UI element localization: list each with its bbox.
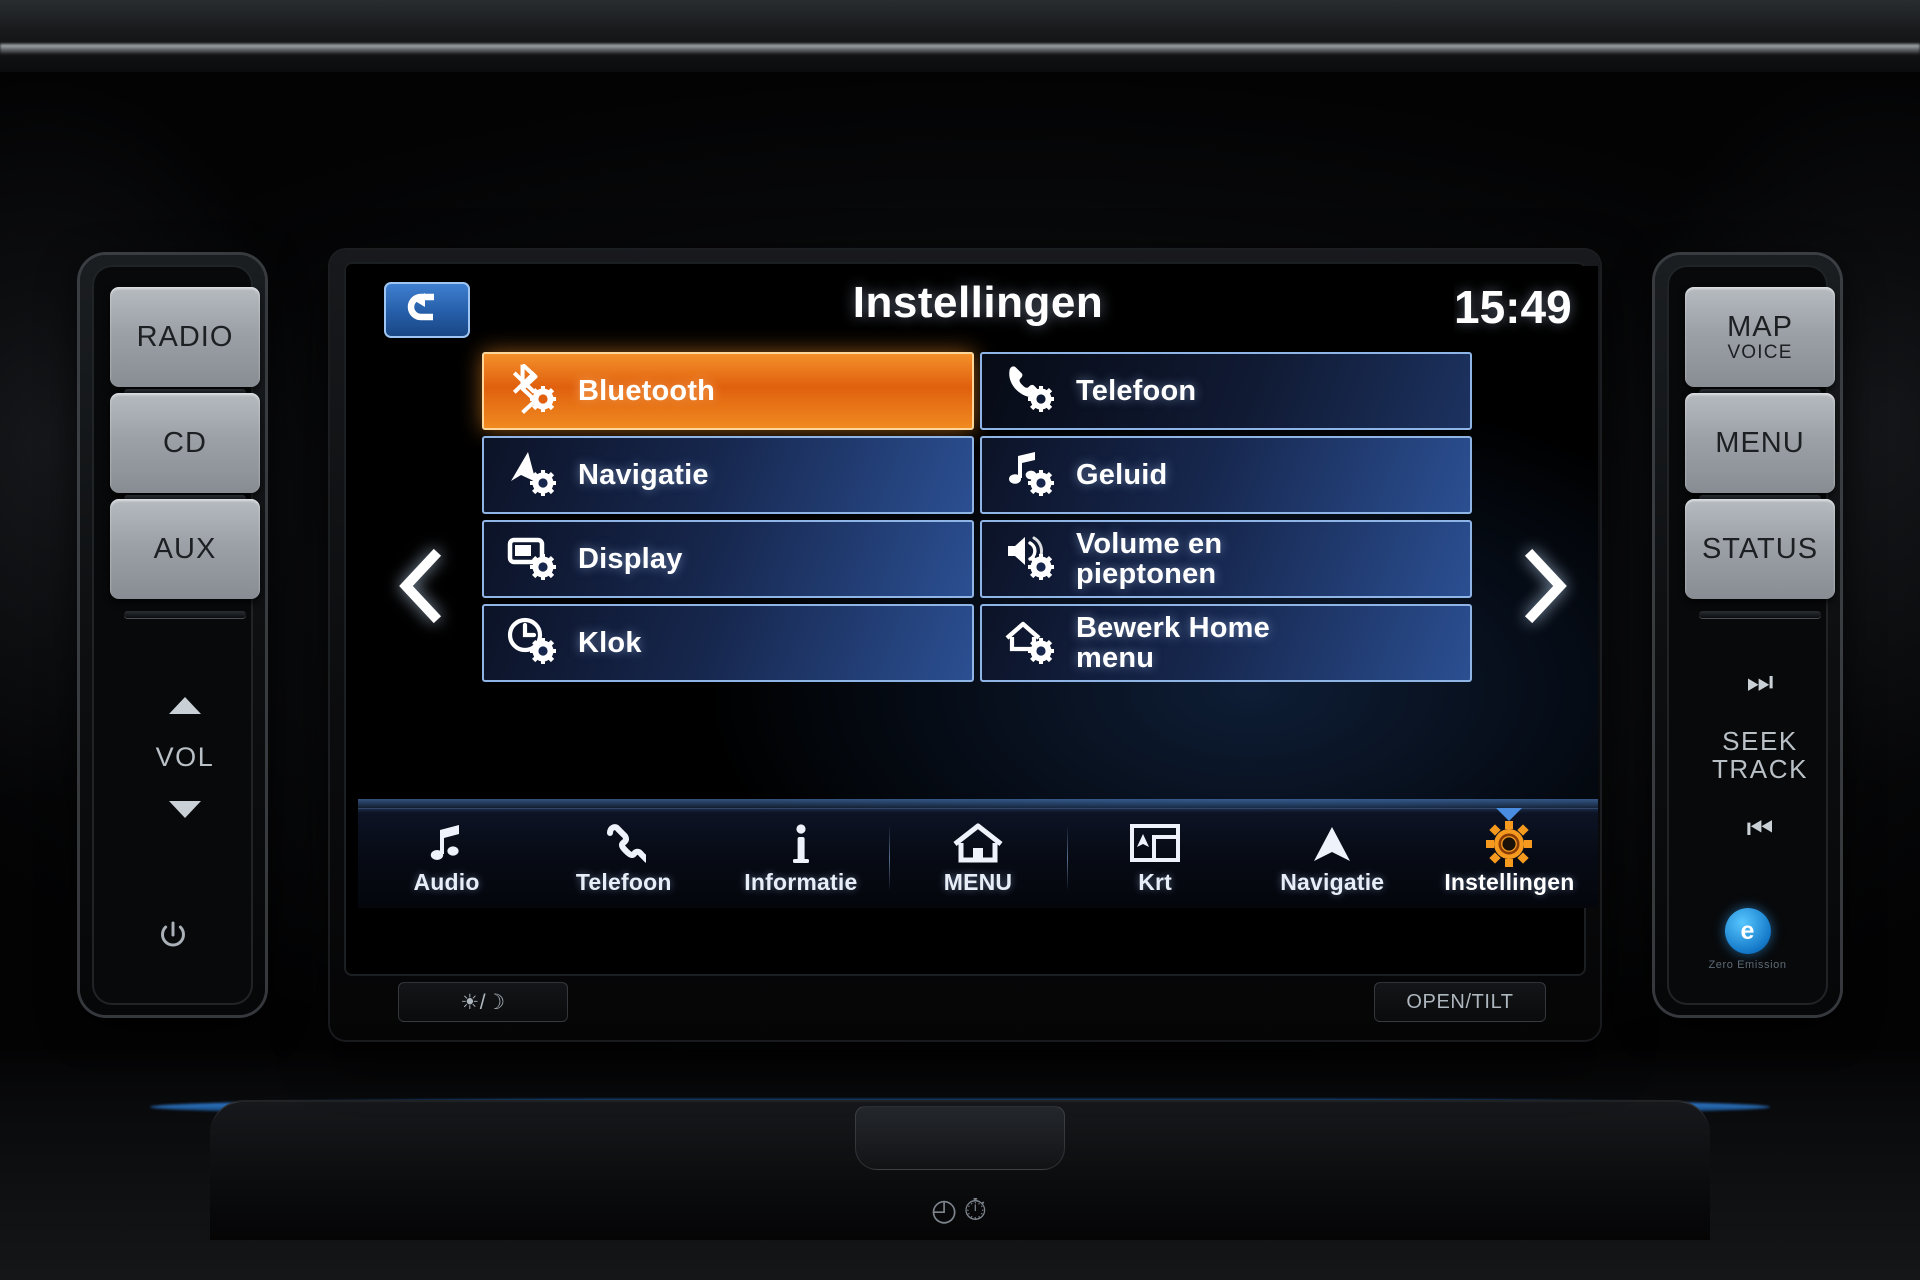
tile-label: Navigatie bbox=[578, 458, 709, 491]
skip-backward-icon[interactable]: ⏮ bbox=[1747, 812, 1774, 846]
nav-item-telefoon[interactable]: Telefoon bbox=[535, 809, 712, 908]
brightness-day-night-button[interactable]: ☀/☽ bbox=[398, 982, 568, 1022]
nav-label: Informatie bbox=[744, 869, 858, 895]
volume-rocker[interactable]: VOL bbox=[110, 637, 260, 877]
tile-bewerk-home-menu[interactable]: Bewerk Home menu bbox=[980, 604, 1472, 682]
arrow-up-icon bbox=[1308, 821, 1356, 867]
tile-volume-en-pieptonen[interactable]: Volume en pieptonen bbox=[980, 520, 1472, 598]
music-note-icon bbox=[427, 821, 467, 867]
nav-item-menu[interactable]: MENU bbox=[889, 809, 1066, 908]
nav-label: Krt bbox=[1138, 869, 1173, 895]
tile-geluid[interactable]: Geluid bbox=[980, 436, 1472, 514]
head-unit: Instellingen 15:49 Bluetooth Telefoon Na… bbox=[330, 250, 1600, 1040]
power-button[interactable] bbox=[147, 909, 199, 961]
tile-telefoon[interactable]: Telefoon bbox=[980, 352, 1472, 430]
zero-emission-label: Zero Emission bbox=[1708, 959, 1787, 971]
tile-display[interactable]: Display bbox=[482, 520, 974, 598]
menu-button-label: MENU bbox=[1715, 426, 1805, 459]
skip-forward-icon[interactable]: ⏭ bbox=[1747, 666, 1774, 700]
aux-button[interactable]: AUX bbox=[110, 499, 260, 599]
open-tilt-button[interactable]: OPEN/TILT bbox=[1374, 982, 1546, 1022]
nav-item-audio[interactable]: Audio bbox=[358, 809, 535, 908]
left-button-pod: RADIO CD AUX VOL bbox=[80, 255, 265, 1015]
status-button[interactable]: STATUS bbox=[1685, 499, 1835, 599]
open-tilt-label: OPEN/TILT bbox=[1406, 990, 1514, 1013]
clock-display: 15:49 bbox=[1454, 281, 1572, 333]
phone-icon bbox=[602, 821, 646, 867]
bluetooth-gear-icon bbox=[506, 363, 562, 418]
map-button-label: MAP bbox=[1727, 310, 1793, 343]
volume-label: VOL bbox=[155, 741, 215, 772]
menu-hard-button[interactable]: MENU bbox=[1685, 393, 1835, 493]
navigation-gear-icon bbox=[506, 448, 562, 502]
sun-moon-icon: ☀/☽ bbox=[460, 990, 506, 1014]
home-gear-icon bbox=[1004, 616, 1060, 670]
map-split-icon bbox=[1130, 821, 1181, 867]
tile-navigatie[interactable]: Navigatie bbox=[482, 436, 974, 514]
head-unit-button-strip: ☀/☽ OPEN/TILT bbox=[346, 982, 1584, 1026]
cd-button-label: CD bbox=[163, 426, 207, 459]
triangle-up-icon[interactable] bbox=[169, 696, 201, 714]
radio-button[interactable]: RADIO bbox=[110, 287, 260, 387]
settings-tile-area: Bluetooth Telefoon Navigatie Geluid Disp… bbox=[358, 352, 1598, 887]
infotainment-screen[interactable]: Instellingen 15:49 Bluetooth Telefoon Na… bbox=[358, 266, 1598, 908]
radio-button-label: RADIO bbox=[136, 320, 234, 353]
settings-grid: Bluetooth Telefoon Navigatie Geluid Disp… bbox=[482, 352, 1472, 682]
nav-item-navigatie[interactable]: Navigatie bbox=[1244, 809, 1421, 908]
tile-label: Klok bbox=[578, 626, 642, 659]
nav-item-instellingen[interactable]: Instellingen bbox=[1421, 808, 1598, 908]
tile-label: Bewerk Home menu bbox=[1076, 611, 1270, 674]
map-voice-button[interactable]: MAP VOICE bbox=[1685, 287, 1835, 387]
nav-label: Instellingen bbox=[1444, 869, 1575, 895]
tile-label: Volume en pieptonen bbox=[1076, 527, 1223, 590]
nav-item-informatie[interactable]: Informatie bbox=[712, 809, 889, 908]
nav-item-krt[interactable]: Krt bbox=[1066, 809, 1244, 908]
seek-track-rocker[interactable]: ⏭ SEEK TRACK ⏮ bbox=[1685, 631, 1835, 881]
tile-bluetooth[interactable]: Bluetooth bbox=[482, 352, 974, 430]
head-unit-bezel: Instellingen 15:49 Bluetooth Telefoon Na… bbox=[344, 262, 1598, 976]
aux-button-label: AUX bbox=[153, 532, 217, 565]
voice-button-sublabel: VOICE bbox=[1727, 341, 1793, 363]
phone-gear-icon bbox=[1004, 364, 1060, 418]
nav-label: Telefoon bbox=[575, 869, 672, 895]
pod-ridge bbox=[1699, 611, 1821, 618]
screen-header: Instellingen 15:49 bbox=[358, 266, 1598, 352]
pod-ridge bbox=[124, 611, 246, 618]
tile-label: Geluid bbox=[1076, 458, 1168, 491]
info-icon bbox=[789, 821, 813, 867]
zero-emission-badge: e Zero Emission bbox=[1708, 908, 1786, 971]
active-tab-caret bbox=[1496, 808, 1523, 821]
left-pod-inner: RADIO CD AUX VOL bbox=[92, 265, 260, 1005]
home-icon bbox=[952, 821, 1004, 867]
cd-button[interactable]: CD bbox=[110, 393, 260, 493]
seek-track-label: SEEK TRACK bbox=[1711, 726, 1809, 784]
right-button-pod: MAP VOICE MENU STATUS ⏭ SEEK TRACK ⏮ e Z… bbox=[1655, 255, 1840, 1015]
tile-label: Telefoon bbox=[1076, 374, 1197, 407]
hazard-button-housing[interactable] bbox=[855, 1106, 1065, 1170]
triangle-down-icon[interactable] bbox=[169, 800, 201, 818]
right-pod-inner: MAP VOICE MENU STATUS ⏭ SEEK TRACK ⏮ e Z… bbox=[1667, 265, 1835, 1005]
dashboard-scene: ◴ ⏱ RADIO CD AUX VOL Instellingen 15:49 … bbox=[0, 0, 1920, 1280]
power-icon bbox=[160, 921, 185, 947]
music-note-gear-icon bbox=[1004, 448, 1060, 502]
display-gear-icon bbox=[506, 532, 562, 586]
clock-strip-icon: ◴ ⏱ bbox=[930, 1194, 990, 1227]
gear-icon bbox=[1486, 821, 1533, 867]
page-title: Instellingen bbox=[852, 278, 1104, 327]
zero-emission-icon: e bbox=[1724, 908, 1771, 954]
tile-label: Display bbox=[578, 542, 683, 575]
tile-label: Bluetooth bbox=[578, 374, 716, 407]
nav-label: MENU bbox=[943, 869, 1013, 895]
tile-klok[interactable]: Klok bbox=[482, 604, 974, 682]
bottom-nav-bar: Audio Telefoon Informatie MENU Krt Navig… bbox=[358, 799, 1598, 908]
dashboard-chrome-strip bbox=[0, 44, 1920, 54]
nav-label: Audio bbox=[413, 869, 480, 895]
clock-gear-icon bbox=[506, 616, 562, 670]
speaker-gear-icon bbox=[1004, 532, 1060, 586]
nav-label: Navigatie bbox=[1280, 869, 1385, 895]
status-button-label: STATUS bbox=[1701, 532, 1819, 565]
